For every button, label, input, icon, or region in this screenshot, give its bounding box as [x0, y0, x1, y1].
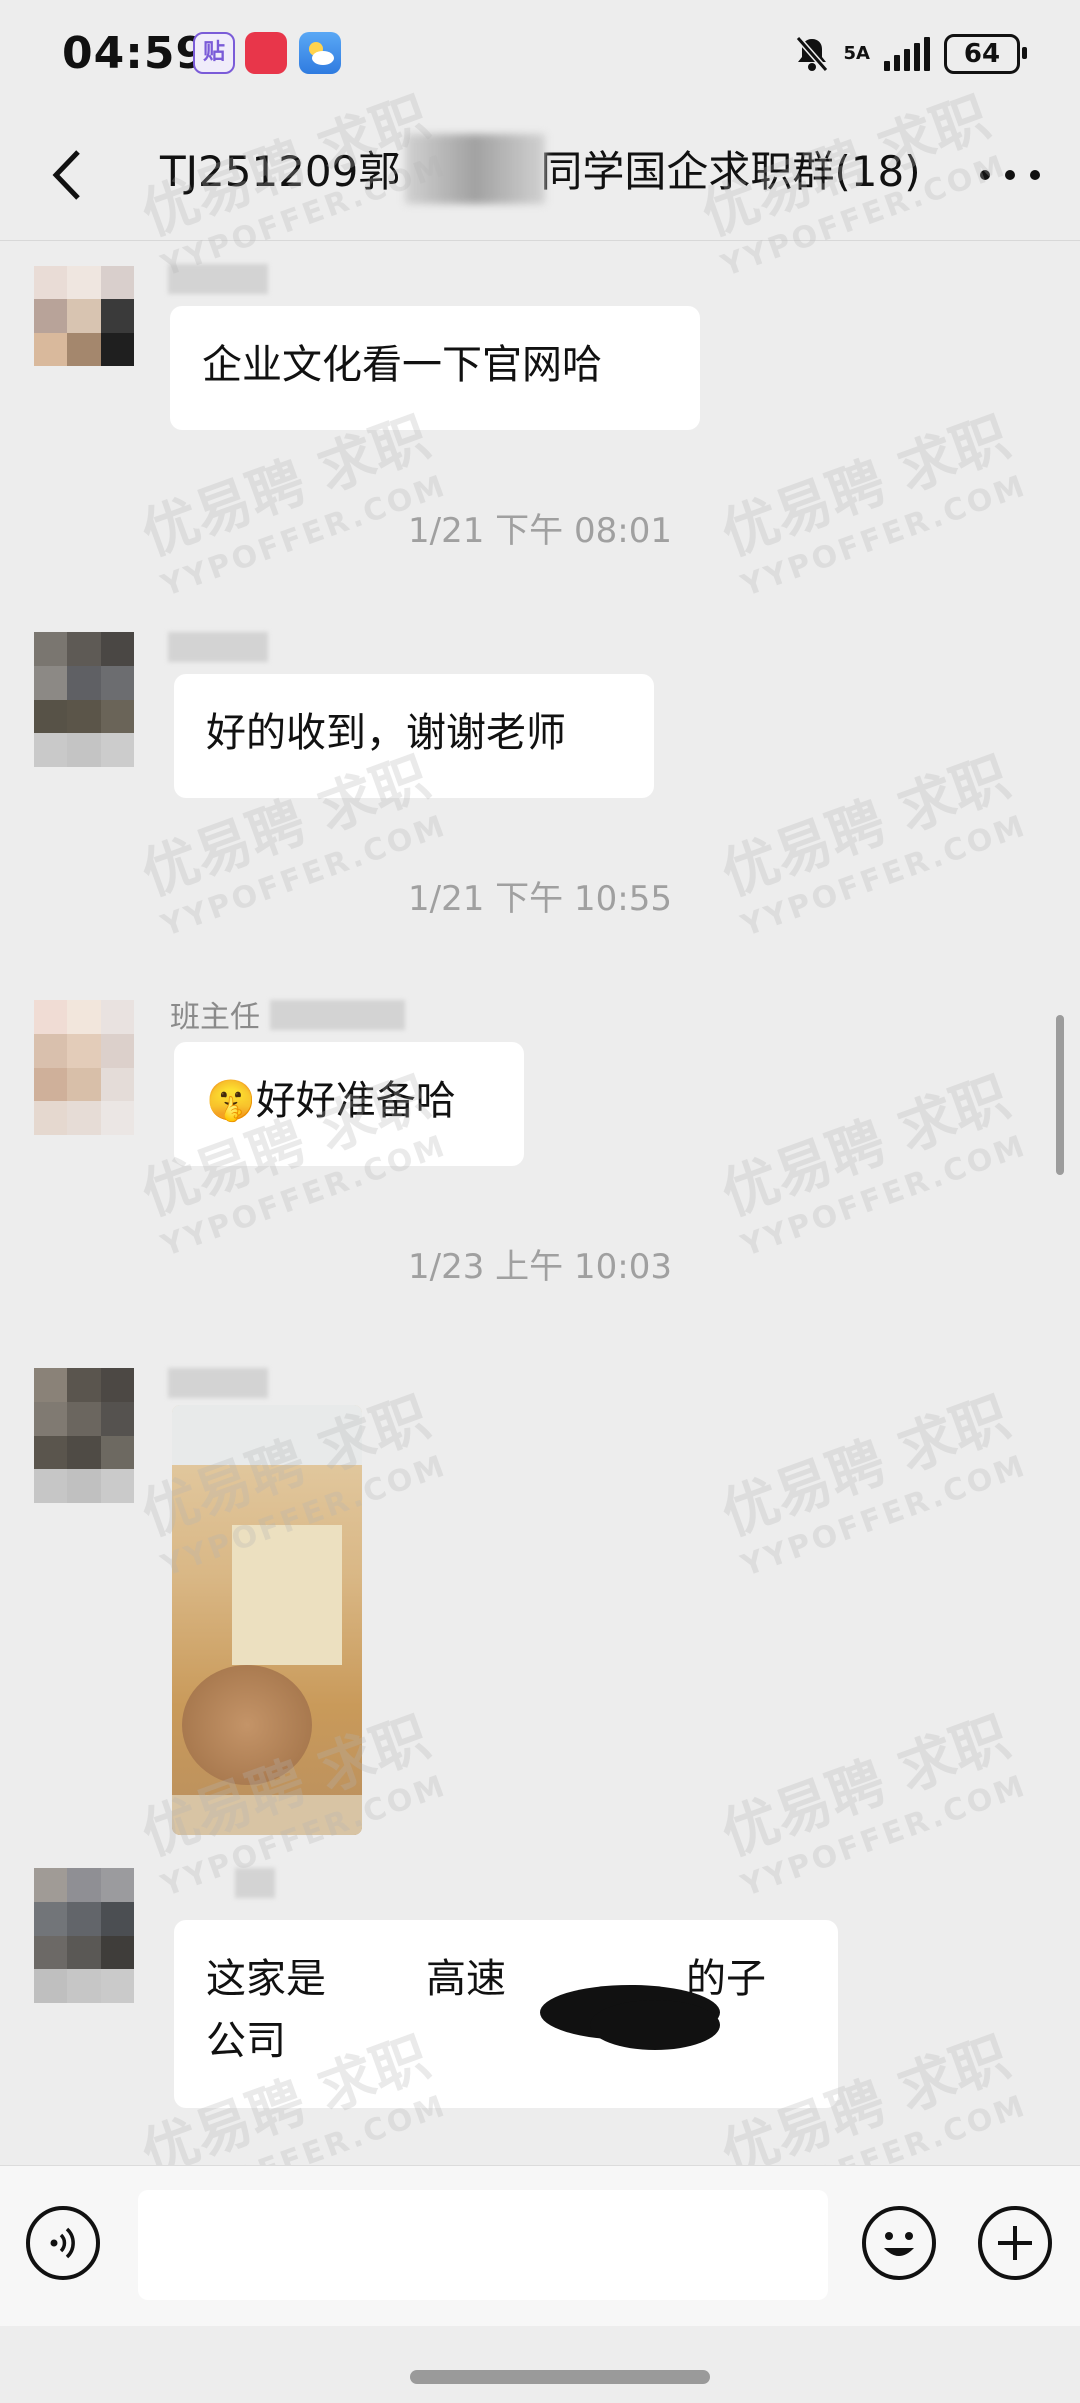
- message-text-part: 高速: [426, 1956, 506, 2002]
- title-redaction: [405, 134, 545, 204]
- message-bubble[interactable]: 这家是 高速 的子 公司: [174, 1920, 838, 2108]
- avatar[interactable]: [34, 1368, 134, 1503]
- avatar[interactable]: [34, 1000, 134, 1135]
- avatar[interactable]: [34, 632, 134, 767]
- voice-icon[interactable]: [26, 2206, 100, 2280]
- message-text-part: 这家是: [206, 1956, 326, 2002]
- message-line-1: 这家是 高速 的子: [206, 1948, 806, 2010]
- image-redaction: [232, 1525, 342, 1665]
- sender-name-redacted: [168, 264, 268, 294]
- status-time: 04:59: [62, 28, 208, 79]
- message-text: 企业文化看一下官网哈: [202, 342, 602, 388]
- status-bar: 04:59 贴 5A 64: [0, 0, 1080, 110]
- sender-name-redacted: [168, 632, 268, 662]
- message-bubble[interactable]: 🤫好好准备哈: [174, 1042, 524, 1166]
- mute-bell-icon: [795, 36, 828, 72]
- emoji: 🤫: [206, 1078, 256, 1124]
- input-bar: [0, 2165, 1080, 2326]
- battery-level: 64: [963, 39, 1001, 69]
- weather-app-icon: [299, 32, 341, 74]
- text-redaction: [590, 2000, 720, 2050]
- network-label: 5A: [843, 43, 870, 64]
- avatar[interactable]: [34, 266, 134, 366]
- message-timestamp: 1/21 下午 08:01: [408, 511, 672, 551]
- chat-title-right: 同学国企求职群(18): [540, 147, 921, 196]
- sender-name: 班主任: [170, 1000, 260, 1035]
- sender-name-redacted: [235, 1868, 275, 1898]
- emoji-icon[interactable]: [862, 2206, 936, 2280]
- home-indicator[interactable]: [410, 2370, 710, 2384]
- status-right-group: 5A 64: [794, 34, 1027, 74]
- plus-icon[interactable]: [978, 2206, 1052, 2280]
- sender-name-redacted: [168, 1368, 268, 1398]
- message-timestamp: 1/23 上午 10:03: [408, 1247, 672, 1287]
- capybara-figure: [182, 1665, 312, 1785]
- tieba-app-icon: 贴: [193, 32, 235, 74]
- watermark: 优易聘 求职 YYPOFFER.COM: [713, 1384, 1032, 1584]
- message-text: 好的收到，谢谢老师: [206, 710, 566, 756]
- watermark: 优易聘 求职 YYPOFFER.COM: [713, 1704, 1032, 1904]
- chat-header: TJ251209郭 同学国企求职群(18): [0, 110, 1080, 241]
- watermark: 优易聘 求职 YYPOFFER.COM: [713, 1064, 1032, 1264]
- scrollbar[interactable]: [1056, 1015, 1064, 1175]
- image-redaction: [172, 1795, 362, 1835]
- image-message[interactable]: [172, 1405, 362, 1835]
- battery-icon: 64: [944, 34, 1027, 74]
- appgallery-app-icon: [245, 32, 287, 74]
- signal-icon: [884, 37, 930, 71]
- image-redaction: [172, 1405, 362, 1465]
- chevron-left-icon[interactable]: [40, 140, 100, 210]
- message-bubble[interactable]: 企业文化看一下官网哈: [170, 306, 700, 430]
- message-timestamp: 1/21 下午 10:55: [408, 879, 672, 919]
- chat-title-left: TJ251209郭: [160, 147, 401, 196]
- avatar[interactable]: [34, 1868, 134, 2003]
- sender-name-redacted: [270, 1000, 405, 1030]
- message-text: 好好准备哈: [255, 1078, 456, 1124]
- message-bubble[interactable]: 好的收到，谢谢老师: [174, 674, 654, 798]
- more-dots-icon[interactable]: [980, 155, 1040, 195]
- watermark: 优易聘 求职 YYPOFFER.COM: [713, 404, 1032, 604]
- message-input[interactable]: [138, 2190, 828, 2300]
